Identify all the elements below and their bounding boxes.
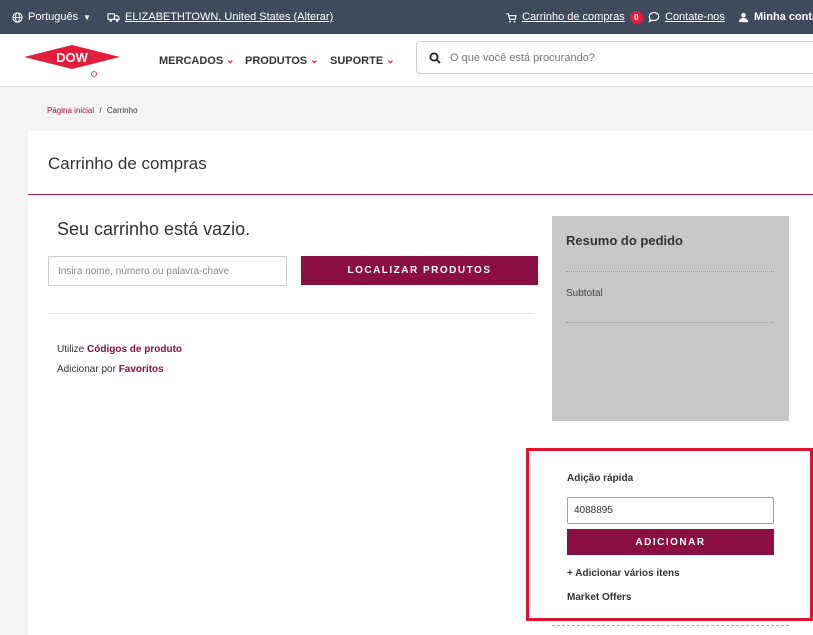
quick-add-title: Adição rápida — [567, 473, 634, 484]
chevron-down-icon: ⌄ — [226, 55, 235, 66]
divider — [48, 313, 534, 314]
add-by-prefix: Adicionar por — [57, 364, 116, 375]
subtotal-label: Subtotal — [566, 288, 603, 299]
chat-bubble-icon — [648, 11, 660, 23]
user-icon — [738, 12, 749, 22]
order-summary-title: Resumo do pedido — [566, 233, 683, 248]
dow-logo[interactable]: DOW — [22, 44, 122, 78]
add-multiple-items-link[interactable]: + Adicionar vários itens — [567, 568, 680, 579]
product-codes-link[interactable]: Códigos de produto — [87, 344, 182, 355]
cart-label[interactable]: Carrinho de compras — [522, 11, 625, 23]
site-search[interactable]: O que você está procurando? — [416, 41, 813, 74]
page-title: Carrinho de compras — [48, 154, 207, 173]
use-product-codes: Utilize Códigos de produto — [57, 344, 182, 355]
breadcrumb-home[interactable]: Página inicial — [47, 106, 94, 115]
quick-add-panel: Adição rápida ADICIONAR + Adicionar vári… — [552, 460, 789, 635]
globe-icon — [12, 11, 23, 23]
language-label: Português — [28, 11, 79, 23]
breadcrumb: Página inicial / Carrinho — [47, 106, 138, 115]
summary-divider — [566, 322, 774, 323]
account-menu[interactable]: Minha conta — [738, 0, 813, 34]
account-label: Minha conta — [754, 11, 813, 23]
find-products-button[interactable]: LOCALIZAR PRODUTOS — [301, 256, 538, 285]
order-summary: Resumo do pedido Subtotal — [552, 216, 789, 421]
breadcrumb-current: Carrinho — [106, 106, 138, 115]
add-button[interactable]: ADICIONAR — [567, 529, 774, 555]
search-placeholder[interactable]: O que você está procurando? — [450, 52, 595, 64]
cart-icon — [506, 12, 517, 23]
nav-markets[interactable]: MERCADOS ⌄ — [159, 34, 235, 87]
search-icon[interactable] — [429, 52, 441, 64]
favorites-link[interactable]: Favoritos — [119, 364, 164, 375]
logo-text: DOW — [56, 50, 89, 65]
use-prefix: Utilize — [57, 344, 85, 355]
nav-markets-label: MERCADOS — [159, 54, 224, 67]
market-offers-link[interactable]: Market Offers — [567, 592, 631, 603]
chevron-down-icon: ⌄ — [310, 55, 319, 66]
location-link[interactable]: ELIZABETHTOWN, United States (Alterar) — [125, 11, 333, 23]
nav-products-label: PRODUTOS — [245, 54, 308, 67]
contact-link[interactable]: Contate-nos — [648, 0, 725, 34]
summary-divider — [566, 271, 774, 272]
chevron-down-icon: ⌄ — [386, 55, 395, 66]
main-header: DOW MERCADOS ⌄ PRODUTOS ⌄ SUPORTE ⌄ O qu… — [0, 34, 813, 87]
add-by-favorites: Adicionar por Favoritos — [57, 364, 164, 375]
product-search-input[interactable] — [48, 256, 287, 286]
nav-products[interactable]: PRODUTOS ⌄ — [245, 34, 319, 87]
contact-label[interactable]: Contate-nos — [665, 11, 725, 23]
cart-link[interactable]: Carrinho de compras 0 — [505, 0, 643, 34]
truck-icon — [107, 12, 120, 22]
chevron-down-icon: ▼ — [83, 12, 92, 22]
cart-count-badge: 0 — [629, 10, 643, 24]
breadcrumb-separator: / — [99, 106, 102, 115]
nav-support-label: SUPORTE — [330, 54, 384, 67]
empty-cart-message: Seu carrinho está vazio. — [57, 219, 251, 239]
nav-support[interactable]: SUPORTE ⌄ — [330, 34, 395, 87]
language-selector[interactable]: Português ▼ — [12, 0, 91, 34]
quick-add-divider — [552, 625, 789, 626]
location-selector[interactable]: ELIZABETHTOWN, United States (Alterar) — [107, 0, 333, 34]
page-title-card: Carrinho de compras — [28, 131, 813, 195]
top-utility-bar: Português ▼ ELIZABETHTOWN, United States… — [0, 0, 813, 34]
quick-add-input[interactable] — [567, 497, 774, 524]
